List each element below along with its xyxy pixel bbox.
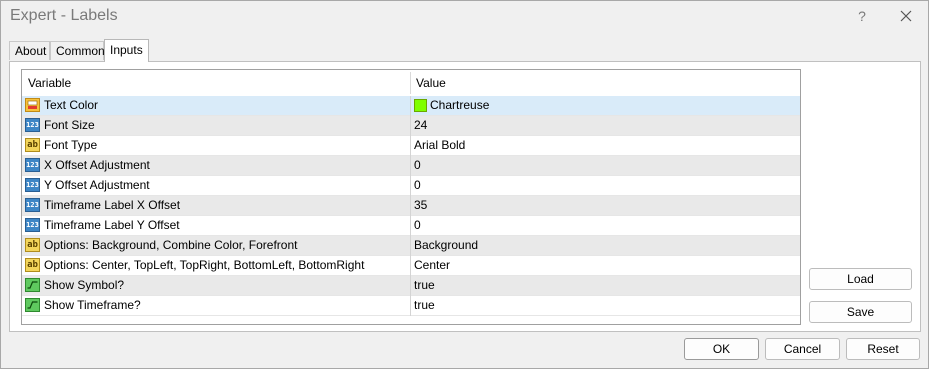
value-cell[interactable]: 0 bbox=[414, 156, 421, 175]
value-cell[interactable]: 0 bbox=[414, 176, 421, 195]
variable-cell: Timeframe Label Y Offset bbox=[44, 218, 180, 232]
inputs-panel: Variable Value Text Color Chartreuse 123… bbox=[9, 61, 921, 332]
text-icon: ab bbox=[25, 238, 40, 252]
column-separator[interactable] bbox=[410, 72, 411, 94]
column-header-variable[interactable]: Variable bbox=[28, 70, 71, 96]
variable-cell: Text Color bbox=[44, 98, 99, 112]
inputs-grid: Variable Value Text Color Chartreuse 123… bbox=[21, 69, 801, 325]
table-row[interactable]: Text Color Chartreuse bbox=[22, 96, 800, 116]
variable-cell: Timeframe Label X Offset bbox=[44, 198, 181, 212]
value-cell[interactable]: true bbox=[414, 276, 435, 295]
column-divider bbox=[410, 256, 411, 276]
table-row[interactable]: 123 Y Offset Adjustment 0 bbox=[22, 176, 800, 196]
variable-cell: Font Size bbox=[44, 118, 95, 132]
tab-common[interactable]: Common bbox=[50, 41, 105, 60]
dialog-window: Expert - Labels ? About Common Inputs Va… bbox=[0, 0, 929, 369]
column-header-value[interactable]: Value bbox=[416, 70, 446, 96]
close-button[interactable] bbox=[895, 5, 917, 27]
value-cell[interactable]: true bbox=[414, 296, 435, 315]
number-icon: 123 bbox=[25, 198, 40, 212]
value-cell[interactable]: 24 bbox=[414, 116, 427, 135]
close-icon bbox=[900, 10, 912, 22]
bool-icon bbox=[25, 278, 40, 292]
value-cell[interactable]: Arial Bold bbox=[414, 136, 465, 155]
help-button[interactable]: ? bbox=[852, 5, 872, 27]
load-button[interactable]: Load bbox=[809, 268, 912, 290]
column-divider bbox=[410, 116, 411, 136]
table-row[interactable]: ab Font Type Arial Bold bbox=[22, 136, 800, 156]
number-icon: 123 bbox=[25, 178, 40, 192]
variable-cell: Show Timeframe? bbox=[44, 298, 141, 312]
grid-header: Variable Value bbox=[22, 70, 800, 97]
value-cell[interactable]: Center bbox=[414, 256, 450, 275]
ok-button[interactable]: OK bbox=[684, 338, 759, 360]
table-row[interactable]: ab Options: Center, TopLeft, TopRight, B… bbox=[22, 256, 800, 276]
color-swatch bbox=[414, 99, 427, 112]
variable-cell: X Offset Adjustment bbox=[44, 158, 150, 172]
window-title: Expert - Labels bbox=[10, 7, 118, 24]
bool-icon bbox=[25, 298, 40, 312]
column-divider bbox=[410, 136, 411, 156]
tab-inputs[interactable]: Inputs bbox=[104, 39, 149, 62]
column-divider bbox=[410, 276, 411, 296]
value-cell[interactable]: Background bbox=[414, 236, 478, 255]
column-divider bbox=[410, 196, 411, 216]
value-cell[interactable]: 0 bbox=[414, 216, 421, 235]
table-row[interactable]: Show Symbol? true bbox=[22, 276, 800, 296]
column-divider bbox=[410, 96, 411, 116]
reset-button[interactable]: Reset bbox=[846, 338, 920, 360]
table-row[interactable]: 123 X Offset Adjustment 0 bbox=[22, 156, 800, 176]
tab-about[interactable]: About bbox=[9, 41, 50, 60]
table-row[interactable]: 123 Timeframe Label Y Offset 0 bbox=[22, 216, 800, 236]
title-bar: Expert - Labels ? bbox=[1, 1, 928, 33]
table-row[interactable]: ab Options: Background, Combine Color, F… bbox=[22, 236, 800, 256]
table-row[interactable]: 123 Font Size 24 bbox=[22, 116, 800, 136]
color-icon bbox=[25, 98, 40, 112]
variable-cell: Font Type bbox=[44, 138, 98, 152]
text-icon: ab bbox=[25, 258, 40, 272]
number-icon: 123 bbox=[25, 218, 40, 232]
value-cell[interactable]: 35 bbox=[414, 196, 427, 215]
number-icon: 123 bbox=[25, 118, 40, 132]
column-divider bbox=[410, 236, 411, 256]
column-divider bbox=[410, 296, 411, 316]
column-divider bbox=[410, 176, 411, 196]
text-icon: ab bbox=[25, 138, 40, 152]
cancel-button[interactable]: Cancel bbox=[765, 338, 840, 360]
variable-cell: Show Symbol? bbox=[44, 278, 125, 292]
save-button[interactable]: Save bbox=[809, 301, 912, 323]
column-divider bbox=[410, 156, 411, 176]
number-icon: 123 bbox=[25, 158, 40, 172]
variable-cell: Y Offset Adjustment bbox=[44, 178, 150, 192]
column-divider bbox=[410, 216, 411, 236]
table-row[interactable]: Show Timeframe? true bbox=[22, 296, 800, 316]
variable-cell: Options: Center, TopLeft, TopRight, Bott… bbox=[44, 258, 365, 272]
value-cell[interactable]: Chartreuse bbox=[430, 96, 489, 115]
table-row[interactable]: 123 Timeframe Label X Offset 35 bbox=[22, 196, 800, 216]
variable-cell: Options: Background, Combine Color, Fore… bbox=[44, 238, 298, 252]
